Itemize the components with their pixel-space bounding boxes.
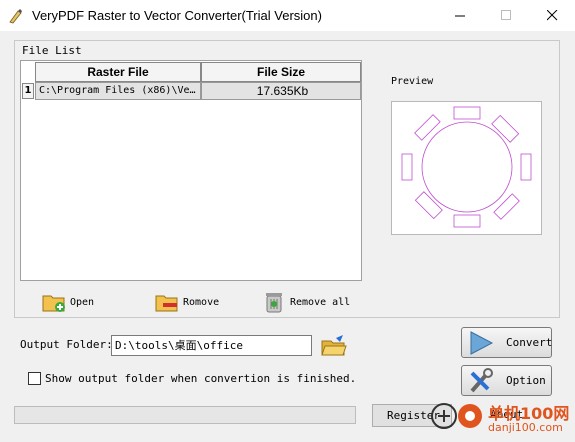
browse-folder-button[interactable] — [320, 334, 348, 358]
remove-all-button[interactable]: Remove all — [262, 290, 350, 314]
convert-button[interactable]: Convert — [461, 327, 552, 358]
watermark: 单机100网 danji100.com — [430, 398, 575, 442]
row-index[interactable]: 1 — [22, 83, 34, 99]
show-folder-label: Show output folder when convertion is fi… — [45, 372, 357, 385]
output-folder-label: Output Folder: — [20, 338, 113, 351]
open-button[interactable]: Open — [42, 290, 94, 314]
play-arrow-icon — [466, 329, 496, 357]
folder-remove-icon — [155, 291, 179, 313]
column-header-file-size[interactable]: File Size — [201, 62, 361, 82]
close-icon — [547, 10, 558, 21]
table-cell-path[interactable]: C:\Program Files (x86)\Ve… — [35, 82, 201, 100]
remove-label: Romove — [183, 296, 220, 308]
minimize-button[interactable] — [437, 0, 483, 31]
show-folder-option[interactable]: Show output folder when convertion is fi… — [28, 372, 356, 385]
folder-add-icon — [42, 291, 66, 313]
preview-drawing — [401, 106, 532, 228]
preview-panel — [391, 101, 542, 235]
table-cell-size[interactable]: 17.635Kb — [201, 82, 361, 100]
column-header-raster-file[interactable]: Raster File — [35, 62, 201, 82]
file-list-table[interactable]: Raster File File Size 1 C:\Program Files… — [20, 60, 362, 281]
open-label: Open — [70, 296, 95, 308]
remove-all-label: Remove all — [290, 296, 351, 308]
close-button[interactable] — [529, 0, 575, 31]
output-folder-input[interactable]: D:\tools\桌面\office — [111, 335, 312, 356]
preview-label: Preview — [391, 76, 434, 87]
folder-open-icon — [321, 335, 347, 356]
maximize-button — [483, 0, 529, 31]
file-list-label: File List — [20, 44, 84, 57]
maximize-icon — [501, 10, 511, 20]
app-icon — [9, 9, 22, 24]
progress-bar — [14, 406, 356, 424]
remove-button[interactable]: Romove — [155, 290, 219, 314]
watermark-url: danji100.com — [488, 421, 563, 434]
tools-icon — [466, 367, 496, 395]
trash-icon — [262, 291, 286, 313]
minimize-icon — [455, 15, 465, 17]
option-label: Option — [506, 374, 546, 387]
show-folder-checkbox[interactable] — [28, 372, 41, 385]
window-title: VeryPDF Raster to Vector Converter(Trial… — [32, 8, 322, 23]
convert-label: Convert — [506, 336, 553, 349]
title-bar: VeryPDF Raster to Vector Converter(Trial… — [0, 0, 575, 31]
option-button[interactable]: Option — [461, 365, 552, 396]
